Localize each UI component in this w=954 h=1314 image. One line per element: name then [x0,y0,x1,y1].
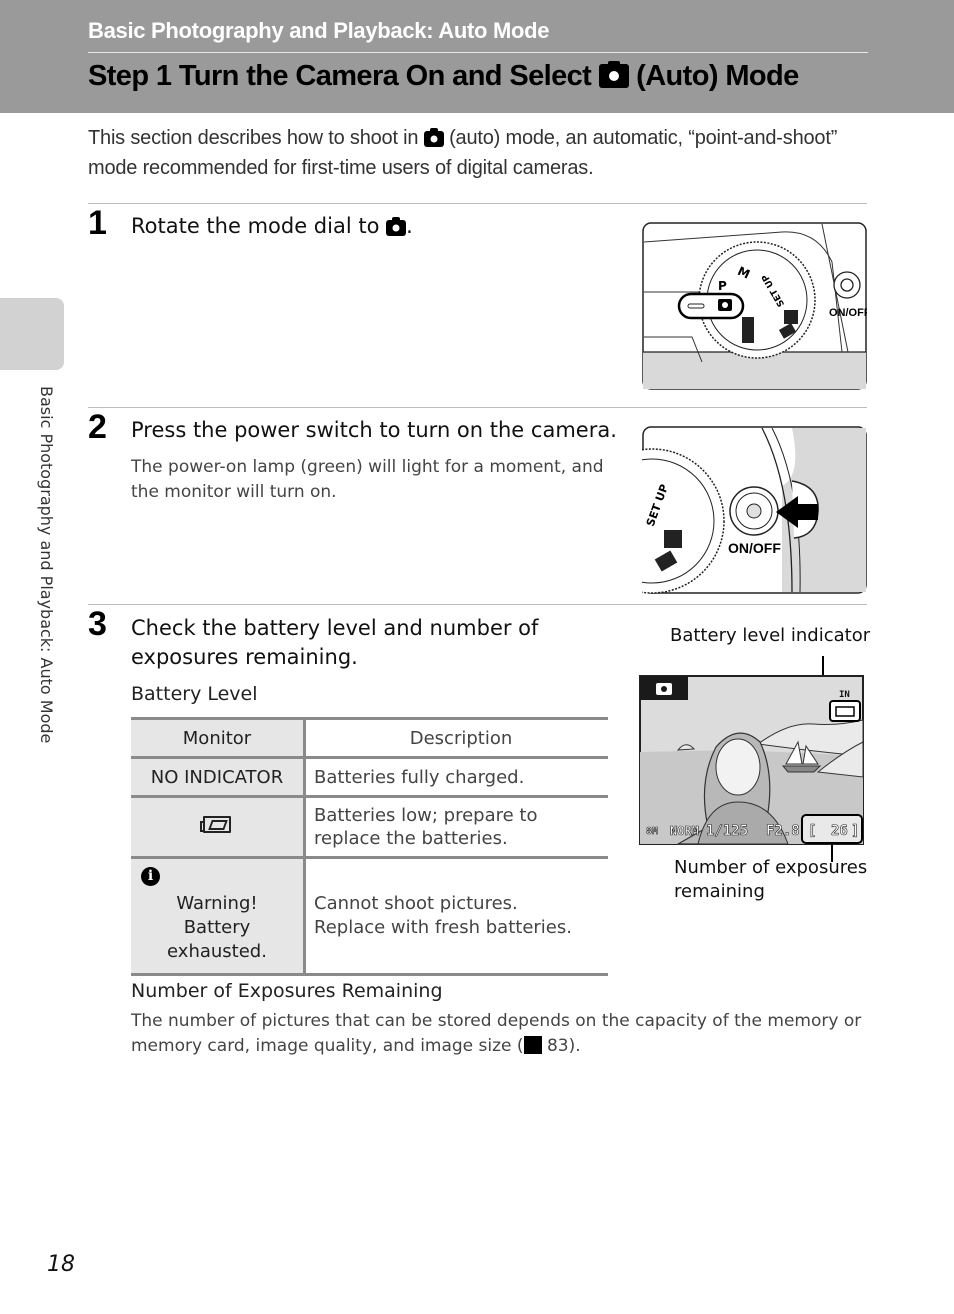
image-size-indicator: 8M [646,826,658,837]
table-row: Batteries low; prepare to replace the ba… [131,795,608,858]
exposures-remaining-value: 26 [831,823,848,839]
page-number: 18 [47,1252,75,1277]
battery-low-icon [200,815,231,833]
chapter-side-label: Basic Photography and Playback: Auto Mod… [37,386,56,744]
step-heading: Rotate the mode dial to . [131,212,413,241]
chapter-header: Basic Photography and Playback: Auto Mod… [0,0,954,113]
description-cell: Batteries low; prepare to replace the ba… [304,795,608,858]
monitor-cell: NO INDICATOR [131,756,306,797]
battery-level-title: Battery Level [131,683,258,705]
step-number: 1 [88,204,107,242]
description-cell: Cannot shoot pictures. Replace with fres… [304,856,608,976]
on-off-label: ON/OFF [728,540,781,556]
header-divider [88,52,868,53]
column-header-monitor: Monitor [131,717,306,758]
aperture-indicator: F2.8 [766,823,800,839]
step-body: The power-on lamp (green) will light for… [131,457,604,502]
step-divider [88,203,867,204]
warning-text: Warning! Battery exhausted. [167,893,267,962]
battery-level-table: Monitor Description NO INDICATOR Batteri… [131,717,608,976]
exposures-body-page: 83). [541,1036,581,1056]
svg-text:]: ] [851,823,859,839]
mode-dial-illustration: P M SET UP ON/OFF [642,222,867,390]
intro-text-before: This section describes how to shoot in [88,127,419,149]
exposures-body: The number of pictures that can be store… [131,1009,871,1059]
step-number: 2 [88,408,107,446]
column-header-description: Description [304,717,608,758]
page-reference-icon [523,1036,542,1054]
on-off-label: ON/OFF [829,307,867,319]
monitor-cell [131,795,306,858]
monitor-display-illustration: IN 8M NORM 1/125 F2.8 [ 26 ] [639,656,864,862]
description-text: Cannot shoot pictures. Replace with fres… [314,893,572,938]
exposures-body-text: The number of pictures that can be store… [131,1011,862,1056]
intro-paragraph: This section describes how to shoot in (… [88,123,878,183]
auto-mode-camera-icon [598,61,629,88]
dial-pointer [677,292,745,320]
step-heading: Check the battery level and number of ex… [131,616,539,669]
exposures-title: Number of Exposures Remaining [131,980,443,1002]
monitor-cell: i Warning! Battery exhausted. [131,856,306,976]
page-title: Step 1 Turn the Camera On and Select (Au… [88,60,799,93]
step-divider [88,604,867,605]
battery-indicator-callout: Battery level indicator [670,625,871,646]
step-number: 3 [88,605,107,643]
dial-label-p: P [718,279,727,293]
memory-indicator: IN [839,690,850,700]
chapter-tab [0,298,64,370]
dial-label-scene [742,317,754,343]
table-row: NO INDICATOR Batteries fully charged. [131,756,608,797]
auto-mode-camera-icon [423,128,444,147]
description-cell: Batteries fully charged. [304,756,608,797]
table-header-row: Monitor Description [131,717,608,758]
quality-indicator: NORM [670,824,699,838]
svg-text:[: [ [808,823,816,839]
page-title-text-before: Step 1 Turn the Camera On and Select [88,60,592,92]
page-title-text-after: (Auto) Mode [636,60,799,92]
step-divider [88,407,867,408]
warning-info-icon: i [141,867,160,886]
step-heading: Press the power switch to turn on the ca… [131,418,617,442]
battery-level-indicator [829,700,861,722]
power-switch-illustration: SET UP ON/OFF [642,426,867,594]
step-heading-period: . [406,214,413,238]
step-heading-text: Rotate the mode dial to [131,214,380,238]
shutter-indicator: 1/125 [706,823,748,839]
section-title: Basic Photography and Playback: Auto Mod… [88,18,550,43]
auto-mode-camera-icon [386,217,407,236]
table-row: i Warning! Battery exhausted. Cannot sho… [131,856,608,976]
